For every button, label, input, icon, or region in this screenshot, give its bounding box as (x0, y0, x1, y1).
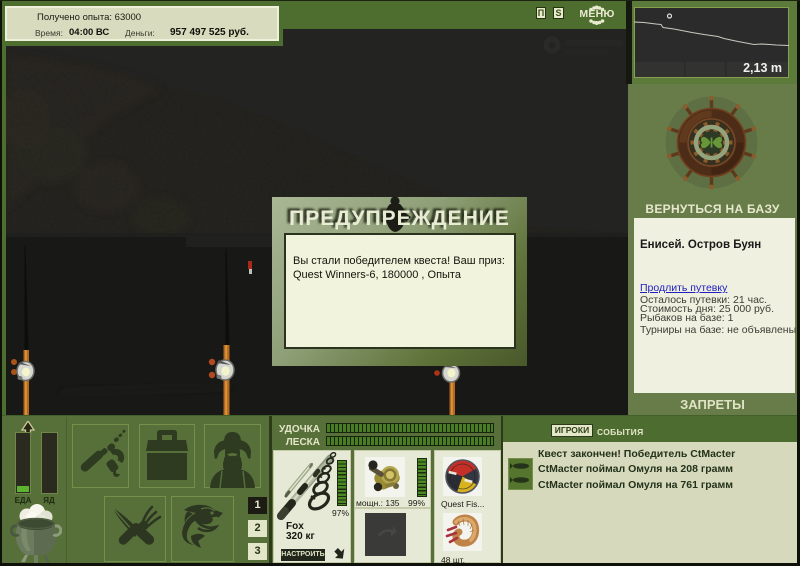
svg-text:2,13 m: 2,13 m (743, 61, 782, 75)
